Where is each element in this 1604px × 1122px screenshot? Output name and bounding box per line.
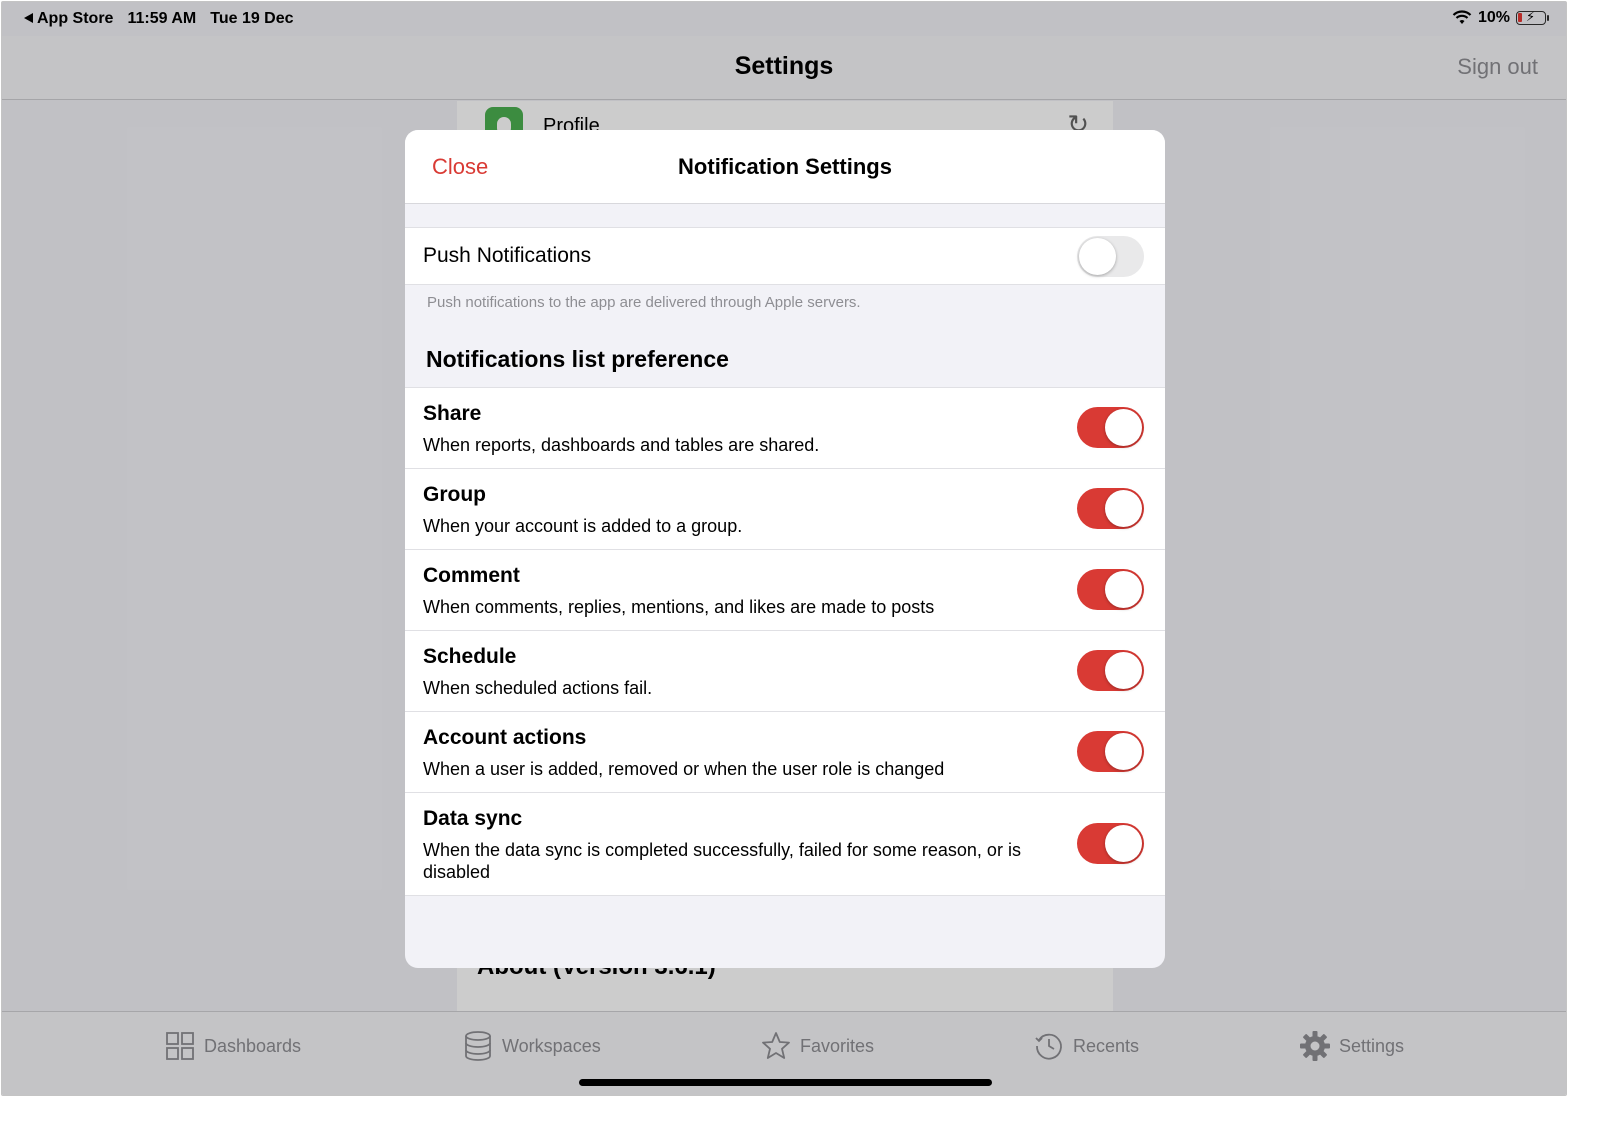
comment-toggle[interactable] bbox=[1077, 569, 1144, 610]
preference-title: Data sync bbox=[423, 807, 523, 830]
preference-share: Share When reports, dashboards and table… bbox=[405, 388, 1165, 469]
notification-settings-modal: Close Notification Settings Push Notific… bbox=[405, 130, 1165, 968]
preference-title: Share bbox=[423, 402, 482, 425]
preference-description: When reports, dashboards and tables are … bbox=[423, 435, 820, 455]
push-notifications-hint: Push notifications to the app are delive… bbox=[427, 294, 861, 311]
modal-header: Close Notification Settings bbox=[405, 130, 1165, 204]
home-indicator[interactable] bbox=[579, 1079, 992, 1086]
data-sync-toggle[interactable] bbox=[1077, 823, 1144, 864]
preference-description: When your account is added to a group. bbox=[423, 516, 743, 536]
group-toggle[interactable] bbox=[1077, 488, 1144, 529]
modal-title: Notification Settings bbox=[678, 154, 892, 179]
push-notifications-row: Push Notifications bbox=[405, 227, 1165, 285]
preference-title: Account actions bbox=[423, 726, 587, 749]
schedule-toggle[interactable] bbox=[1077, 650, 1144, 691]
preference-list: Share When reports, dashboards and table… bbox=[405, 387, 1165, 896]
preference-group: Group When your account is added to a gr… bbox=[405, 469, 1165, 550]
preference-comment: Comment When comments, replies, mentions… bbox=[405, 550, 1165, 631]
preference-title: Group bbox=[423, 483, 486, 506]
preference-account-actions: Account actions When a user is added, re… bbox=[405, 712, 1165, 793]
preference-title: Schedule bbox=[423, 645, 517, 668]
preference-description: When a user is added, removed or when th… bbox=[423, 759, 945, 779]
preference-description: When scheduled actions fail. bbox=[423, 678, 653, 698]
ipad-screen: App Store 11:59 AM Tue 19 Dec 10% ⚡ Sett… bbox=[1, 1, 1567, 1096]
push-notifications-toggle[interactable] bbox=[1077, 236, 1144, 277]
share-toggle[interactable] bbox=[1077, 407, 1144, 448]
preference-description: When comments, replies, mentions, and li… bbox=[423, 597, 935, 617]
account-actions-toggle[interactable] bbox=[1077, 731, 1144, 772]
preference-description: When the data sync is completed successf… bbox=[423, 840, 1021, 882]
push-notifications-label: Push Notifications bbox=[423, 244, 592, 267]
section-title: Notifications list preference bbox=[426, 346, 729, 372]
preference-schedule: Schedule When scheduled actions fail. bbox=[405, 631, 1165, 712]
preference-title: Comment bbox=[423, 564, 520, 587]
preference-data-sync: Data sync When the data sync is complete… bbox=[405, 793, 1165, 895]
